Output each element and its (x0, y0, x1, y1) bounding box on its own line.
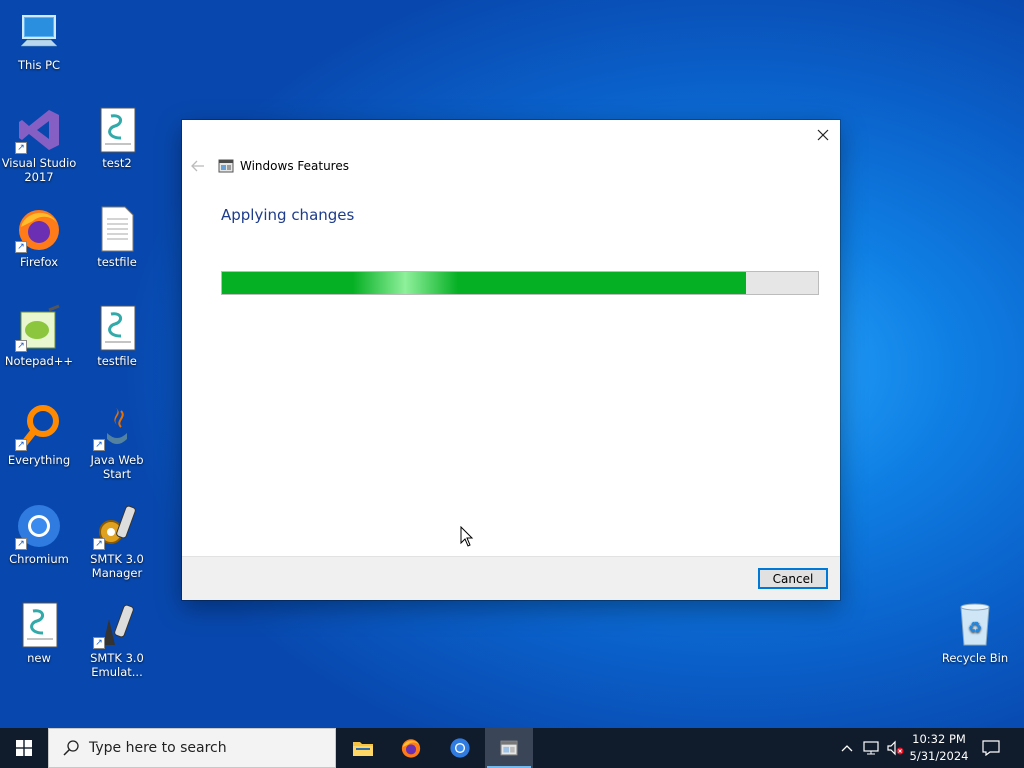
smtk-emulator-icon: ↗ (93, 601, 141, 649)
desktop-icon-label: This PC (17, 58, 61, 72)
desktop-icon-recycle-bin[interactable]: ♻ Recycle Bin (937, 601, 1013, 665)
java-icon: ↗ (93, 403, 141, 451)
clock-date: 5/31/2024 (909, 749, 969, 763)
script-file-icon (93, 304, 141, 352)
dialog-title: Windows Features (240, 159, 349, 173)
close-button[interactable] (814, 126, 832, 144)
shortcut-arrow-icon: ↗ (15, 142, 27, 154)
windows-features-dialog: Windows Features Applying changes Cancel (182, 120, 840, 600)
close-icon (817, 129, 829, 141)
desktop-icon-label: Notepad++ (4, 354, 74, 368)
taskbar: Type here to search 10:32 PM 5/31/2024 (0, 728, 1024, 768)
smtk-manager-icon: ↗ (93, 502, 141, 550)
text-file-icon (93, 205, 141, 253)
desktop-icon-label: Firefox (19, 255, 59, 269)
shortcut-arrow-icon: ↗ (15, 439, 27, 451)
firefox-icon: ↗ (15, 205, 63, 253)
taskbar-firefox[interactable] (387, 728, 435, 768)
desktop-icon-firefox[interactable]: ↗ Firefox (1, 205, 77, 269)
search-placeholder: Type here to search (89, 740, 227, 756)
shortcut-arrow-icon: ↗ (93, 439, 105, 451)
everything-search-icon: ↗ (15, 403, 63, 451)
desktop-icon-label: testfile (97, 354, 137, 368)
desktop-icon-label: SMTK 3.0 Manager (90, 552, 144, 580)
shortcut-arrow-icon: ↗ (15, 538, 27, 550)
clock-time: 10:32 PM (912, 732, 966, 746)
desktop-icon-visual-studio[interactable]: ↗ Visual Studio 2017 (1, 106, 77, 184)
recycle-bin-icon: ♻ (951, 601, 999, 649)
desktop-icon-label: SMTK 3.0 Emulat... (90, 651, 144, 679)
desktop-icon-java-web-start[interactable]: ↗ Java Web Start (79, 403, 155, 481)
progress-fill (222, 272, 747, 294)
windows-logo-icon (16, 740, 32, 756)
shortcut-arrow-icon: ↗ (15, 340, 27, 352)
progress-bar (221, 271, 819, 295)
svg-text:♻: ♻ (968, 618, 982, 637)
script-file-icon (93, 106, 141, 154)
network-tray-button[interactable] (860, 728, 882, 768)
desktop-icon-label: test2 (102, 156, 132, 170)
search-icon (63, 740, 79, 756)
dialog-header: Windows Features (190, 156, 349, 176)
desktop-icon-testfile-text[interactable]: testfile (79, 205, 155, 269)
desktop-icon-notepadpp[interactable]: ↗ Notepad++ (1, 304, 77, 368)
shortcut-arrow-icon: ↗ (93, 637, 105, 649)
desktop-icon-label: testfile (97, 255, 137, 269)
folder-icon (353, 742, 373, 756)
shortcut-arrow-icon: ↗ (93, 538, 105, 550)
start-button[interactable] (0, 728, 48, 768)
taskbar-chromium[interactable] (436, 728, 484, 768)
mouse-cursor-icon (460, 526, 474, 547)
chromium-icon: ↗ (15, 502, 63, 550)
chevron-up-icon (841, 745, 853, 752)
network-icon (863, 741, 879, 755)
taskbar-windows-features[interactable] (485, 728, 533, 768)
desktop-icon-smtk-emulator[interactable]: ↗ SMTK 3.0 Emulat... (79, 601, 155, 679)
notification-icon (982, 740, 1000, 756)
notepadpp-icon: ↗ (15, 304, 63, 352)
desktop-icon-new[interactable]: new (1, 601, 77, 665)
windows-features-icon (218, 159, 234, 173)
show-hidden-icons-button[interactable] (838, 728, 856, 768)
status-heading: Applying changes (221, 206, 355, 224)
desktop-icon-label: Java Web Start (90, 453, 144, 481)
desktop-icon-test2[interactable]: test2 (79, 106, 155, 170)
script-file-icon (15, 601, 63, 649)
firefox-icon (401, 739, 421, 758)
dialog-footer: Cancel (182, 556, 840, 600)
desktop-icon-label: Everything (7, 453, 71, 467)
desktop-icon-label: new (27, 651, 51, 665)
volume-muted-icon (887, 740, 904, 756)
shortcut-arrow-icon: ↗ (15, 241, 27, 253)
back-arrow-icon[interactable] (190, 158, 206, 174)
visual-studio-icon: ↗ (15, 106, 63, 154)
taskbar-search-box[interactable]: Type here to search (48, 728, 336, 768)
volume-tray-button[interactable] (884, 728, 906, 768)
chromium-icon (450, 738, 470, 758)
taskbar-file-explorer[interactable] (339, 728, 387, 768)
windows-features-icon (500, 740, 518, 756)
desktop-icon-everything[interactable]: ↗ Everything (1, 403, 77, 467)
desktop-icon-chromium[interactable]: ↗ Chromium (1, 502, 77, 566)
desktop-icon-label: Chromium (9, 552, 69, 566)
action-center-button[interactable] (978, 728, 1004, 768)
desktop-icon-testfile-script[interactable]: testfile (79, 304, 155, 368)
computer-icon (15, 8, 63, 56)
cancel-button[interactable]: Cancel (758, 568, 828, 589)
desktop-icon-this-pc[interactable]: This PC (1, 8, 77, 72)
desktop-icon-label: Recycle Bin (941, 651, 1009, 665)
desktop-icon-label: Visual Studio 2017 (1, 156, 77, 184)
clock[interactable]: 10:32 PM 5/31/2024 (906, 731, 972, 765)
desktop-icon-smtk-manager[interactable]: ↗ SMTK 3.0 Manager (79, 502, 155, 580)
